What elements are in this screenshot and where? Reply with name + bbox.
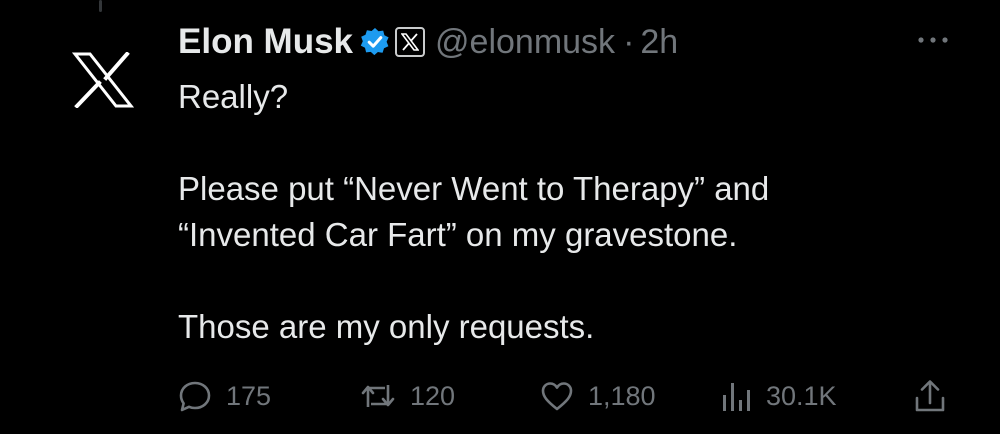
more-icon	[918, 37, 948, 43]
tweet-line: Those are my only requests.	[178, 308, 595, 345]
heart-icon	[541, 382, 573, 411]
tweet-line-blank	[178, 258, 978, 304]
repost-count: 120	[410, 380, 456, 411]
affiliate-x-badge-icon	[395, 27, 426, 57]
views-count: 30.1K	[766, 380, 837, 411]
x-logo-icon	[71, 51, 135, 109]
repost-icon	[361, 385, 395, 407]
tweet-line: “Invented Car Fart” on my gravestone.	[178, 216, 738, 253]
author-name[interactable]: Elon Musk	[178, 22, 353, 62]
more-options-button[interactable]	[915, 32, 951, 48]
thread-connector-line	[99, 0, 102, 12]
header-separator: ·	[623, 22, 635, 61]
views-chart-icon	[723, 383, 750, 411]
tweet-line: Please put “Never Went to Therapy” and	[178, 170, 770, 207]
repost-button[interactable]: 120	[360, 375, 455, 417]
reply-button[interactable]: 175	[178, 375, 271, 417]
verified-badge-icon	[360, 28, 389, 56]
reply-count: 175	[226, 380, 272, 411]
avatar[interactable]	[71, 51, 135, 109]
tweet-line: Really?	[178, 78, 289, 115]
share-icon	[915, 380, 945, 412]
reply-icon	[179, 381, 211, 412]
tweet-header: Elon Musk @elonmusk · 2h	[178, 20, 678, 64]
tweet-line-blank	[178, 120, 978, 166]
tweet-timestamp[interactable]: 2h	[640, 23, 678, 62]
like-button[interactable]: 1,180	[540, 375, 656, 417]
like-count: 1,180	[588, 380, 656, 411]
views-button[interactable]: 30.1K	[720, 375, 837, 417]
share-button[interactable]	[913, 375, 947, 417]
author-handle[interactable]: @elonmusk	[435, 23, 615, 62]
tweet-text: Really? Please put “Never Went to Therap…	[178, 74, 978, 350]
